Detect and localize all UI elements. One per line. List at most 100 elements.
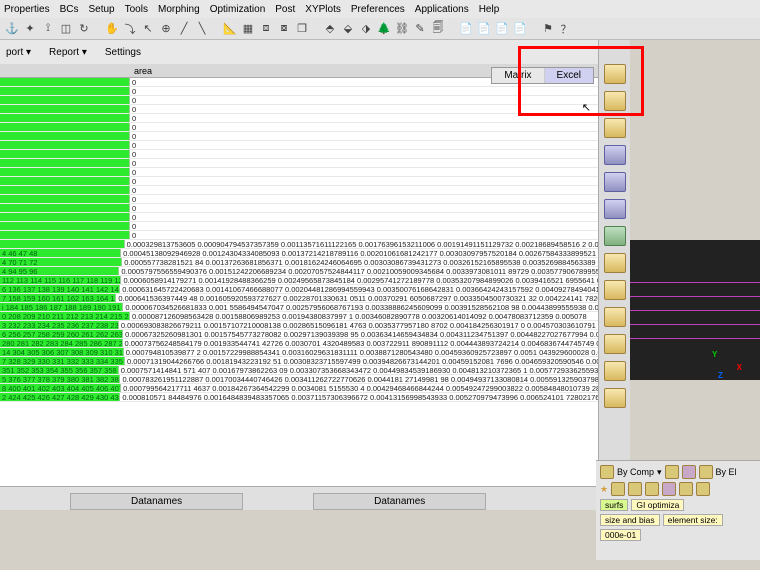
table-row[interactable]: 8 400 401 402 403 404 405 406 407 4080.0… <box>0 384 598 393</box>
node-icon[interactable]: ✦ <box>22 21 38 37</box>
table-row[interactable]: 0 <box>0 213 598 222</box>
menu-applications[interactable]: Applications <box>415 4 469 15</box>
table-row[interactable]: 0 <box>0 141 598 150</box>
anchor-icon[interactable]: ⚓ <box>4 21 20 37</box>
menu-post[interactable]: Post <box>275 4 295 15</box>
table-row[interactable]: 0 <box>0 105 598 114</box>
side-btn-12[interactable] <box>604 361 626 381</box>
table-row[interactable]: 7 328 329 330 331 332 333 334 335 3360.0… <box>0 357 598 366</box>
side-btn-7[interactable] <box>604 226 626 246</box>
table-row[interactable]: 5 376 377 378 379 380 381 382 383 3840.0… <box>0 375 598 384</box>
star-icon[interactable]: ★ <box>600 484 608 495</box>
status-icon-9[interactable] <box>679 482 693 496</box>
cube-icon[interactable]: ◫ <box>58 21 74 37</box>
pan-icon[interactable]: ✋ <box>104 21 120 37</box>
box3-icon[interactable]: ⧇ <box>276 21 292 37</box>
table-row[interactable]: 0 <box>0 150 598 159</box>
page1-icon[interactable]: 📄 <box>458 21 474 37</box>
by-el-label[interactable]: By El <box>716 467 737 477</box>
table-row[interactable]: 0 <box>0 159 598 168</box>
table-row[interactable]: 280 281 282 283 284 285 286 287 2880.000… <box>0 339 598 348</box>
box1-icon[interactable]: ▦ <box>240 21 256 37</box>
size-bias-field[interactable]: size and bias <box>600 514 660 526</box>
part2-icon[interactable]: ⬙ <box>340 21 356 37</box>
status-icon-7[interactable] <box>645 482 659 496</box>
edge-icon[interactable]: ╱ <box>176 21 192 37</box>
export-excel[interactable]: Excel <box>544 68 593 83</box>
table-row[interactable]: 0 <box>0 168 598 177</box>
refresh-icon[interactable]: ↻ <box>76 21 92 37</box>
table-row[interactable]: 0 <box>0 186 598 195</box>
data-grid[interactable]: area 0000000000000000000.000329813753605… <box>0 64 598 486</box>
table-row[interactable]: 4 46 47 480.00045138092946928 0.00124304… <box>0 249 598 258</box>
col-area[interactable]: area <box>130 66 152 76</box>
port-dropdown[interactable]: port ▾ <box>6 47 31 58</box>
rotate-icon[interactable]: ⤵ <box>122 21 138 37</box>
side-btn-11[interactable] <box>604 334 626 354</box>
side-btn-3[interactable] <box>604 118 626 138</box>
link-icon[interactable]: ⛓ <box>394 21 410 37</box>
menu-setup[interactable]: Setup <box>88 4 114 15</box>
page3-icon[interactable]: 📄 <box>494 21 510 37</box>
box4-icon[interactable]: ❒ <box>294 21 310 37</box>
table-row[interactable]: 0 <box>0 222 598 231</box>
table-row[interactable]: 4 94 95 960.0005797556559490376 0.001512… <box>0 267 598 276</box>
status-icon-3[interactable] <box>682 465 696 479</box>
part-icon[interactable]: ⬘ <box>322 21 338 37</box>
menu-preferences[interactable]: Preferences <box>351 4 405 15</box>
table-row[interactable]: 2 424 425 426 427 428 429 430 431 4320.0… <box>0 393 598 402</box>
side-btn-6[interactable] <box>604 199 626 219</box>
edge2-icon[interactable]: ╲ <box>194 21 210 37</box>
table-row[interactable]: i 184 185 186 187 188 189 190 191 1920.0… <box>0 303 598 312</box>
tab-datanames-2[interactable]: Datanames <box>313 493 486 510</box>
table-row[interactable]: 0 <box>0 114 598 123</box>
table-row[interactable]: 0 <box>0 177 598 186</box>
table-row[interactable]: 0 <box>0 132 598 141</box>
table-row[interactable]: 0 <box>0 231 598 240</box>
table-row[interactable]: 351 352 353 354 355 356 357 358 359 3600… <box>0 366 598 375</box>
table-row[interactable]: 6 256 257 258 259 260 261 262 263 2640.0… <box>0 330 598 339</box>
box2-icon[interactable]: ⧈ <box>258 21 274 37</box>
menu-morphing[interactable]: Morphing <box>158 4 200 15</box>
side-btn-4[interactable] <box>604 145 626 165</box>
zoom-icon[interactable]: ⊕ <box>158 21 174 37</box>
table-row[interactable]: 7 158 159 160 161 162 163 164 165 166 16… <box>0 294 598 303</box>
table-row[interactable]: 6 136 137 138 139 140 141 142 143 1440.0… <box>0 285 598 294</box>
menu-bcs[interactable]: BCs <box>60 4 79 15</box>
gl-opt-field[interactable]: GI optimiza <box>631 499 684 511</box>
table-row[interactable]: 0 <box>0 195 598 204</box>
flag-icon[interactable]: ⚑ <box>540 21 556 37</box>
elem-size-value[interactable]: 000e-01 <box>600 529 641 541</box>
table-row[interactable]: 0 <box>0 96 598 105</box>
page4-icon[interactable]: 📄 <box>512 21 528 37</box>
side-btn-5[interactable] <box>604 172 626 192</box>
by-comp-label[interactable]: By Comp <box>617 467 654 477</box>
measure-icon[interactable]: 📐 <box>222 21 238 37</box>
menu-optimization[interactable]: Optimization <box>210 4 266 15</box>
menu-xyplots[interactable]: XYPlots <box>305 4 341 15</box>
table-row[interactable]: 0 <box>0 123 598 132</box>
bc-icon[interactable]: ⟟ <box>40 21 56 37</box>
side-btn-10[interactable] <box>604 307 626 327</box>
status-icon-2[interactable] <box>665 465 679 479</box>
export-matrix[interactable]: Matrix <box>492 68 543 83</box>
menu-tools[interactable]: Tools <box>125 4 148 15</box>
status-icon-1[interactable] <box>600 465 614 479</box>
menu-help[interactable]: Help <box>479 4 500 15</box>
table-row[interactable]: 0 <box>0 204 598 213</box>
status-icon-10[interactable] <box>696 482 710 496</box>
side-btn-1[interactable] <box>604 64 626 84</box>
help-icon[interactable]: ？ <box>558 21 574 37</box>
table-row[interactable]: 0 <box>0 87 598 96</box>
table-row[interactable]: 3 232 233 234 235 236 237 238 239 2400.0… <box>0 321 598 330</box>
side-btn-13[interactable] <box>604 388 626 408</box>
tab-datanames-1[interactable]: Datanames <box>70 493 243 510</box>
side-btn-8[interactable] <box>604 253 626 273</box>
status-icon-4[interactable] <box>699 465 713 479</box>
report-dropdown[interactable]: Report ▾ <box>49 47 87 58</box>
table-row[interactable]: 0 208 209 210 211 212 213 214 215 2160.0… <box>0 312 598 321</box>
side-btn-2[interactable] <box>604 91 626 111</box>
side-btn-9[interactable] <box>604 280 626 300</box>
table-row[interactable]: 112 113 114 115 116 117 118 119 1200.000… <box>0 276 598 285</box>
cursor-icon[interactable]: ↖ <box>140 21 156 37</box>
